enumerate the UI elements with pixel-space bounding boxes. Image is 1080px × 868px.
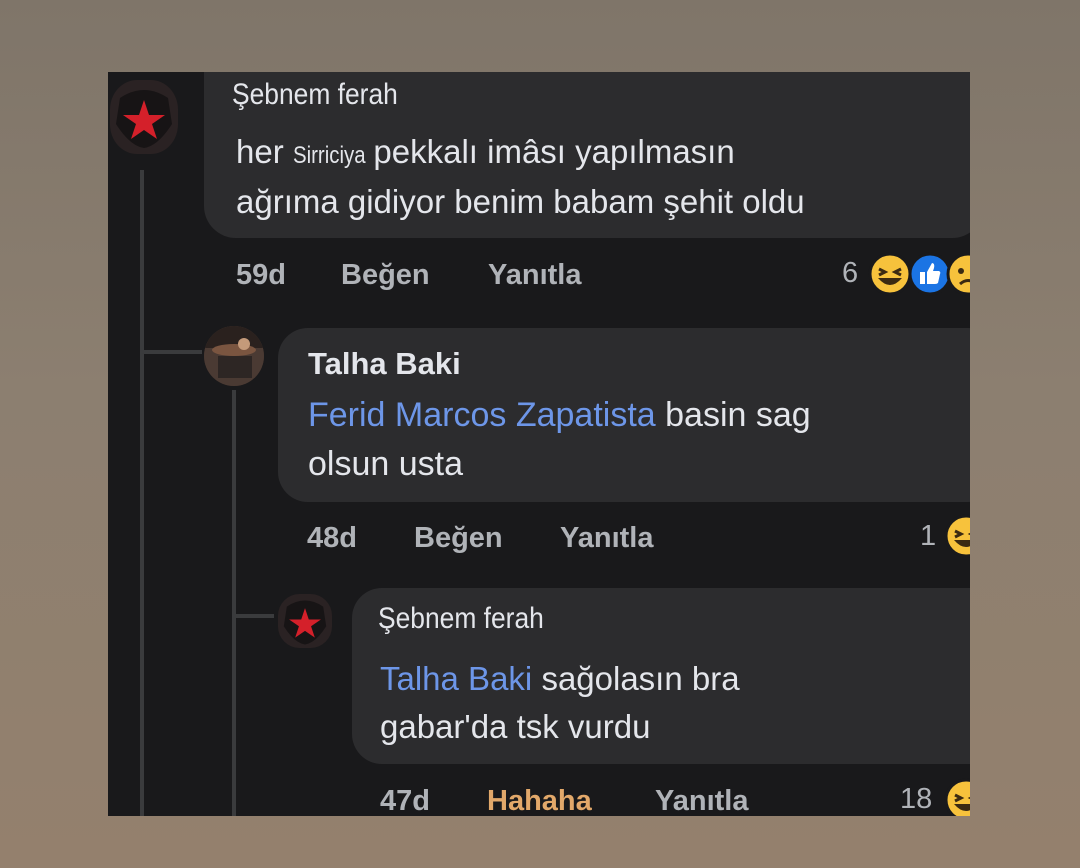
comment-text-line2: gabar'da tsk vurdu bbox=[380, 708, 651, 745]
comment-author[interactable]: Şebnem ferah bbox=[232, 78, 398, 112]
comment-timestamp: 59d bbox=[236, 259, 286, 291]
like-button[interactable]: Beğen bbox=[414, 522, 503, 555]
red-star-avatar-icon bbox=[283, 600, 327, 645]
comment-timestamp: 47d bbox=[380, 785, 430, 816]
comment-text-line1: her Sirriciya pekkalı imâsı yapılmasın bbox=[236, 127, 735, 181]
thread-line-main bbox=[140, 170, 144, 816]
reaction-count[interactable]: 6 bbox=[842, 257, 858, 290]
comment-author[interactable]: Talha Baki bbox=[308, 346, 461, 382]
thread-connector-reply1 bbox=[140, 350, 202, 354]
comment-text-line2: ağrıma gidiyor benim babam şehit oldu bbox=[236, 183, 805, 220]
avatar[interactable] bbox=[110, 80, 178, 154]
thread-line-reply bbox=[232, 390, 236, 816]
like-button[interactable]: Beğen bbox=[341, 259, 430, 292]
reply-button[interactable]: Yanıtla bbox=[560, 522, 654, 555]
comment-text-rest: pekkalı imâsı yapılmasın bbox=[373, 133, 735, 170]
comment-thread-panel: Şebnem ferah her Sirriciya pekkalı imâsı… bbox=[108, 72, 970, 816]
red-star-avatar-icon bbox=[116, 90, 172, 148]
comment-bubble: Talha Baki Ferid Marcos Zapatista basin … bbox=[278, 328, 970, 502]
reaction-count[interactable]: 18 bbox=[900, 783, 932, 816]
comment-text-line1: Ferid Marcos Zapatista basin sag bbox=[308, 390, 811, 440]
comment-author[interactable]: Şebnem ferah bbox=[378, 602, 544, 636]
sad-reaction-icon bbox=[946, 252, 970, 301]
comment-text-line1: Talha Baki sağolasın bra bbox=[380, 654, 740, 704]
comment-text-prefix: her bbox=[236, 133, 284, 170]
comment-timestamp: 48d bbox=[307, 522, 357, 554]
comment-bubble: Şebnem ferah her Sirriciya pekkalı imâsı… bbox=[204, 72, 970, 238]
avatar[interactable] bbox=[278, 594, 332, 648]
reaction-count[interactable]: 1 bbox=[920, 520, 936, 553]
laugh-reaction-icon bbox=[944, 778, 970, 816]
comment-text-rest: basin sag bbox=[665, 396, 811, 434]
mention-link[interactable]: Talha Baki bbox=[380, 660, 532, 697]
reply-button[interactable]: Yanıtla bbox=[655, 785, 749, 816]
comment-bubble: Şebnem ferah Talha Baki sağolasın bra ga… bbox=[352, 588, 970, 764]
comment-text-line2: olsun usta bbox=[308, 445, 463, 483]
laugh-reaction-icon bbox=[868, 252, 912, 301]
comment-text-small: Sirriciya bbox=[292, 142, 366, 169]
laugh-reaction-icon bbox=[944, 514, 970, 563]
mention-link[interactable]: Ferid Marcos Zapatista bbox=[308, 396, 656, 434]
reply-button[interactable]: Yanıtla bbox=[488, 259, 582, 292]
hahaha-reaction-button[interactable]: Hahaha bbox=[487, 785, 592, 816]
avatar[interactable] bbox=[204, 326, 264, 386]
comment-text-rest: sağolasın bra bbox=[541, 660, 740, 697]
thread-connector-reply2 bbox=[232, 614, 274, 618]
